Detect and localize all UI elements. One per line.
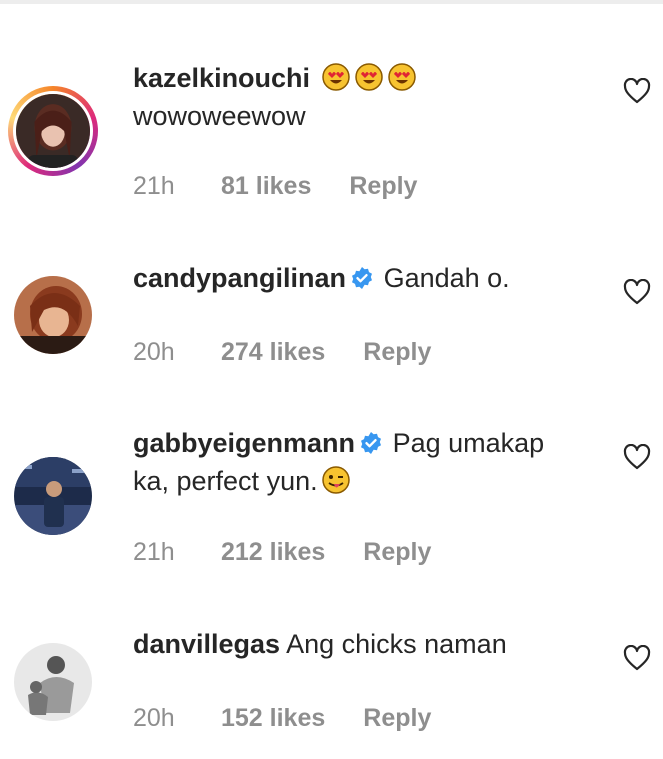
comment-time[interactable]: 20h bbox=[133, 704, 221, 733]
avatar-wrap bbox=[8, 451, 98, 541]
comment-meta: 21h 212 likes Reply bbox=[133, 538, 431, 567]
verified-badge-icon bbox=[361, 432, 382, 454]
comment-time[interactable]: 20h bbox=[133, 338, 221, 367]
heart-outline-icon[interactable] bbox=[623, 645, 651, 671]
winking-tongue-emoji-icon bbox=[321, 466, 350, 494]
comment-body: candypangilinan Gandah o. bbox=[133, 259, 573, 297]
comment-body: danvillegas Ang chicks naman bbox=[133, 625, 573, 663]
reply-button[interactable]: Reply bbox=[363, 538, 431, 567]
verified-badge-icon bbox=[352, 267, 373, 289]
comment-meta: 21h 81 likes Reply bbox=[133, 172, 417, 201]
reply-button[interactable]: Reply bbox=[363, 338, 431, 367]
heart-eyes-emoji-icon bbox=[387, 63, 416, 91]
comment-text: Gandah o. bbox=[383, 263, 510, 293]
heart-eyes-emoji-icon bbox=[354, 63, 383, 91]
avatar[interactable] bbox=[14, 276, 92, 354]
avatar[interactable] bbox=[14, 643, 92, 721]
comment-body: kazelkinouchi wowoweewow bbox=[133, 59, 573, 135]
avatar-wrap bbox=[8, 270, 98, 360]
avatar-wrap bbox=[8, 637, 98, 727]
comment-likes[interactable]: 212 likes bbox=[221, 538, 325, 567]
heart-outline-icon[interactable] bbox=[623, 279, 651, 305]
comment-body: gabbyeigenmann Pag umakap ka, perfect yu… bbox=[133, 424, 573, 500]
comment-meta: 20h 152 likes Reply bbox=[133, 704, 431, 733]
comment-text: wowoweewow bbox=[133, 101, 306, 131]
comment-time[interactable]: 21h bbox=[133, 172, 221, 201]
heart-outline-icon[interactable] bbox=[623, 78, 651, 104]
heart-eyes-emoji-icon bbox=[321, 63, 350, 91]
reply-button[interactable]: Reply bbox=[363, 704, 431, 733]
comment-text: Ang chicks naman bbox=[286, 629, 507, 659]
comment-username[interactable]: gabbyeigenmann bbox=[133, 428, 355, 458]
avatar[interactable] bbox=[14, 457, 92, 535]
avatar[interactable] bbox=[13, 91, 93, 171]
comment-likes[interactable]: 81 likes bbox=[221, 172, 311, 201]
comment-likes[interactable]: 274 likes bbox=[221, 338, 325, 367]
comment-meta: 20h 274 likes Reply bbox=[133, 338, 431, 367]
comment-username[interactable]: kazelkinouchi bbox=[133, 63, 310, 93]
top-divider bbox=[0, 0, 663, 4]
reply-button[interactable]: Reply bbox=[349, 172, 417, 201]
comment-likes[interactable]: 152 likes bbox=[221, 704, 325, 733]
comment-username[interactable]: danvillegas bbox=[133, 629, 280, 659]
comment-username[interactable]: candypangilinan bbox=[133, 263, 346, 293]
heart-outline-icon[interactable] bbox=[623, 444, 651, 470]
comment-time[interactable]: 21h bbox=[133, 538, 221, 567]
story-ring[interactable] bbox=[8, 86, 98, 176]
